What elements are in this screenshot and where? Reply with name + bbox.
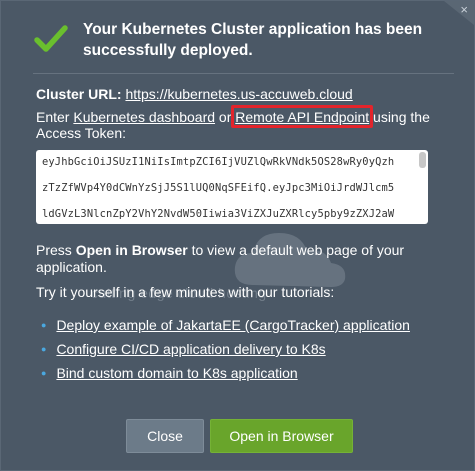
access-token-field[interactable]: eyJhbGciOiJSUzI1NiIsImtpZCI6IjVUZlQwRkVN… bbox=[36, 150, 428, 224]
or-text: or bbox=[218, 109, 232, 125]
check-icon bbox=[34, 25, 68, 52]
dialog-title: Your Kubernetes Cluster application has … bbox=[83, 21, 423, 59]
tutorials-intro: Try it yourself in a few minutes with ou… bbox=[36, 284, 335, 300]
list-item: ● Bind custom domain to K8s application bbox=[41, 365, 410, 381]
list-item: ● Deploy example of JakartaEE (CargoTrac… bbox=[41, 317, 410, 333]
tutorial-link-cicd[interactable]: Configure CI/CD application delivery to … bbox=[56, 341, 325, 357]
dialog-header: Your Kubernetes Cluster application has … bbox=[33, 19, 453, 61]
remote-api-endpoint-link[interactable]: Remote API Endpoint bbox=[235, 109, 369, 125]
bullet-icon: ● bbox=[41, 344, 47, 354]
open-in-browser-button[interactable]: Open in Browser bbox=[210, 419, 353, 453]
cluster-url-label: Cluster URL: bbox=[36, 86, 122, 102]
divider bbox=[33, 73, 454, 74]
cluster-url-row: Cluster URL: https://kubernetes.us-accuw… bbox=[36, 86, 353, 102]
token-line: zTzZfWVp4Y0dCWnYzSjJ5S1lUQ0NqSFEifQ.eyJp… bbox=[42, 182, 395, 194]
close-icon[interactable]: × bbox=[460, 3, 468, 16]
access-token-instructions: Enter Kubernetes dashboard or Remote API… bbox=[36, 105, 456, 141]
press-bold: Open in Browser bbox=[75, 242, 188, 258]
close-button[interactable]: Close bbox=[126, 419, 204, 453]
tutorial-link-jakartaee[interactable]: Deploy example of JakartaEE (CargoTracke… bbox=[56, 317, 410, 333]
enter-prefix: Enter bbox=[36, 109, 70, 125]
token-line: ldGVzL3NlcnZpY2VhY2NvdW50Iiwia3ViZXJuZXR… bbox=[42, 208, 395, 220]
bullet-icon: ● bbox=[41, 320, 47, 330]
remote-api-highlight: Remote API Endpoint bbox=[231, 105, 374, 128]
tutorials-list: ● Deploy example of JakartaEE (CargoTrac… bbox=[41, 317, 410, 389]
token-scrollbar[interactable] bbox=[419, 152, 426, 168]
open-in-browser-instructions: Press Open in Browser to view a default … bbox=[36, 242, 436, 276]
deploy-success-dialog: × Your Kubernetes Cluster application ha… bbox=[0, 0, 475, 471]
token-line: eyJhbGciOiJSUzI1NiIsImtpZCI6IjVUZlQwRkVN… bbox=[42, 156, 395, 168]
list-item: ● Configure CI/CD application delivery t… bbox=[41, 341, 410, 357]
tutorial-link-custom-domain[interactable]: Bind custom domain to K8s application bbox=[56, 365, 297, 381]
cluster-url-link[interactable]: https://kubernetes.us-accuweb.cloud bbox=[125, 86, 352, 102]
press-prefix: Press bbox=[36, 242, 72, 258]
kubernetes-dashboard-link[interactable]: Kubernetes dashboard bbox=[73, 109, 215, 125]
bullet-icon: ● bbox=[41, 368, 47, 378]
